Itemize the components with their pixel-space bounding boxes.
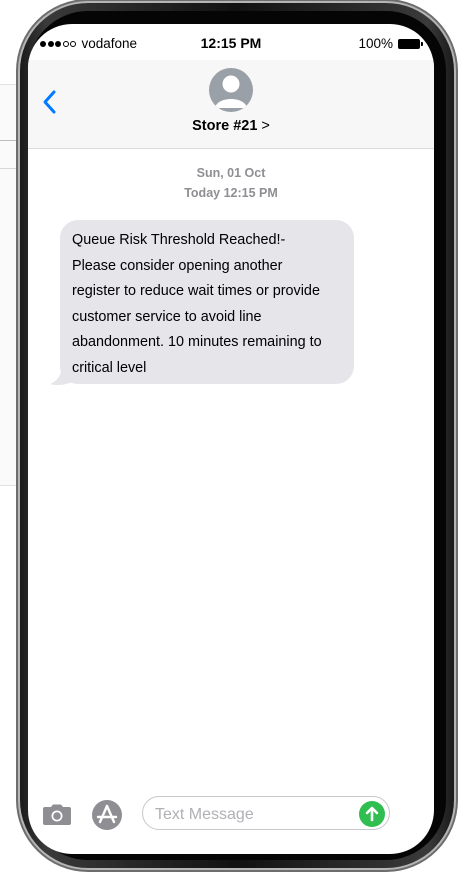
message-line: Queue Risk Threshold Reached!- bbox=[72, 232, 286, 248]
text-message-input[interactable] bbox=[153, 803, 347, 827]
message-line: abandonment. 10 minutes remaining to bbox=[72, 334, 322, 351]
contact-avatar[interactable] bbox=[209, 68, 253, 112]
battery-status: 100% bbox=[358, 36, 423, 51]
battery-percent: 100% bbox=[358, 36, 393, 51]
camera-button[interactable] bbox=[42, 804, 72, 826]
message-line: critical level bbox=[72, 359, 147, 376]
incoming-message-bubble[interactable]: Queue Risk Threshold Reached!- Please co… bbox=[60, 220, 354, 384]
back-button[interactable] bbox=[40, 87, 62, 117]
message-line: register to reduce wait times or provide bbox=[72, 283, 320, 300]
contact-name-button[interactable]: Store #21 > bbox=[28, 118, 434, 134]
contact-name: Store #21 bbox=[192, 118, 258, 134]
status-bar: vodafone 12:15 PM 100% bbox=[28, 34, 434, 54]
message-date: Sun, 01 Oct bbox=[196, 166, 266, 180]
message-field[interactable] bbox=[142, 796, 390, 830]
chevron-left-icon bbox=[43, 90, 56, 114]
app-store-button[interactable] bbox=[90, 798, 124, 832]
message-time: Today 12:15 PM bbox=[184, 186, 278, 200]
battery-icon bbox=[398, 38, 423, 49]
message-line: Please consider opening another bbox=[72, 257, 283, 274]
background-divider bbox=[0, 140, 22, 141]
chevron-right-icon: > bbox=[261, 118, 270, 134]
person-icon bbox=[215, 75, 247, 108]
phone-screen: vodafone 12:15 PM 100% Store #21 > Sun, 0… bbox=[28, 24, 434, 854]
send-arrow-up-icon bbox=[365, 806, 379, 822]
send-button[interactable] bbox=[359, 801, 385, 827]
app-store-icon bbox=[92, 800, 122, 830]
message-line: customer service to avoid line bbox=[72, 308, 262, 325]
camera-icon bbox=[43, 804, 71, 825]
conversation-header: Store #21 > bbox=[28, 60, 434, 149]
message-composer bbox=[28, 794, 434, 838]
